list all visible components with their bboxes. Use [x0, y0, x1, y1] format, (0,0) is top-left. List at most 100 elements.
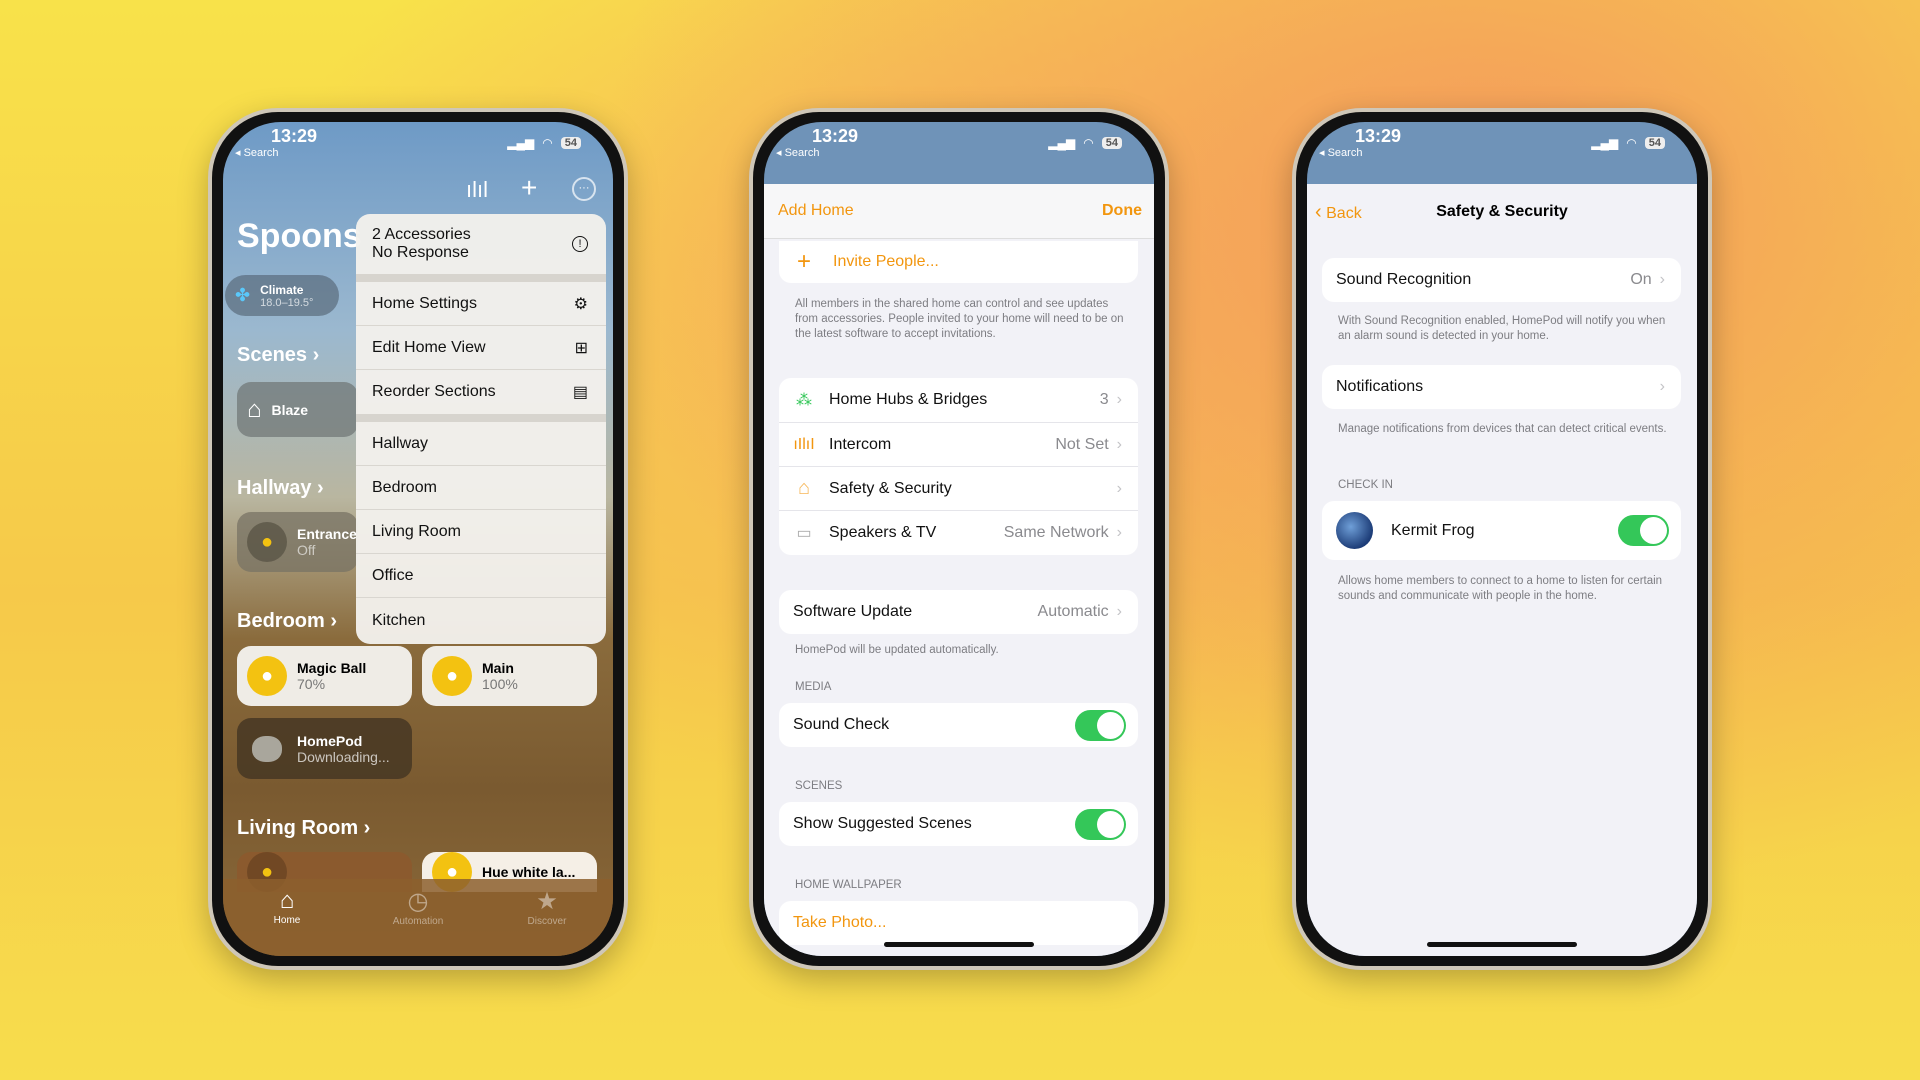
tab-home[interactable]: ⌂ Home: [247, 887, 327, 926]
status-time: 13:29: [812, 126, 859, 146]
row-speakers-tv[interactable]: ▭ Speakers & TV Same Network ›: [779, 510, 1138, 554]
phone-home-view: 13:29 ◂ Search ▂▄▆ ◠ 54 ılıl + ··· Spoons …: [208, 108, 628, 970]
sound-recognition-card: Sound Recognition On ›: [1322, 258, 1681, 302]
house-icon: ⌂: [247, 395, 262, 423]
menu-item-room[interactable]: Kitchen: [356, 598, 606, 644]
status-icons: ▂▄▆ ◠ 54: [1591, 136, 1665, 150]
row-sound-recognition[interactable]: Sound Recognition On ›: [1322, 258, 1681, 302]
back-to-search[interactable]: ◂ Search: [235, 146, 278, 159]
more-icon[interactable]: ···: [572, 177, 596, 201]
waveform-icon[interactable]: ılıl: [466, 177, 488, 203]
tile-status: 100%: [482, 676, 518, 692]
menu-item-reorder-sections[interactable]: Reorder Sections ▤: [356, 370, 606, 422]
back-to-search[interactable]: ◂ Search: [1319, 146, 1362, 159]
bulb-icon: ●: [247, 522, 287, 562]
reorder-icon: ▤: [572, 384, 588, 401]
tile-status: Off: [297, 542, 316, 558]
tab-automation[interactable]: ◷ Automation: [378, 887, 458, 927]
status-icons: ▂▄▆ ◠ 54: [507, 136, 581, 150]
chevron-right-icon: ›: [1116, 391, 1122, 408]
main-light-tile[interactable]: ● Main 100%: [422, 646, 597, 706]
row-safety-security[interactable]: ⌂ Safety & Security ›: [779, 466, 1138, 510]
menu-item-room[interactable]: Living Room: [356, 510, 606, 554]
chevron-right-icon: ›: [1659, 271, 1665, 288]
section-hallway[interactable]: Hallway ›: [237, 477, 324, 500]
waveform-icon: ıIlıI: [793, 435, 815, 453]
battery-icon: 54: [560, 137, 581, 149]
home-indicator: [1427, 942, 1577, 947]
tile-name: Magic Ball: [297, 660, 367, 676]
row-software-update[interactable]: Software Update Automatic ›: [779, 590, 1138, 634]
hub-icon: ⁂: [796, 392, 812, 409]
check-in-card: Kermit Frog: [1322, 501, 1681, 560]
invite-card: + Invite People...: [779, 241, 1138, 283]
safety-sheet: ‹ Back Safety & Security Sound Recogniti…: [1307, 184, 1697, 956]
homepod-tile[interactable]: HomePod Downloading...: [237, 718, 412, 779]
back-to-search[interactable]: ◂ Search: [776, 146, 819, 159]
home-settings-group: ⁂ Home Hubs & Bridges 3 › ıIlıI Intercom Not …: [779, 378, 1138, 555]
battery-icon: 54: [1644, 137, 1665, 149]
invite-people-button[interactable]: + Invite People...: [779, 241, 1138, 283]
row-member: Kermit Frog: [1322, 501, 1681, 560]
menu-item-edit-home-view[interactable]: Edit Home View ⊞: [356, 326, 606, 370]
check-in-footer: Allows home members to connect to a home…: [1338, 575, 1663, 602]
tile-name: Entrance: [297, 526, 357, 542]
speaker-tv-icon: ▭: [796, 524, 812, 542]
menu-item-room[interactable]: Office: [356, 554, 606, 598]
home-settings-screen: 13:29 ◂ Search ▂▄▆ ◠ 54 Add Home Done + Inv…: [764, 122, 1154, 956]
bulb-icon: ●: [432, 656, 472, 696]
chevron-right-icon: ›: [1116, 435, 1122, 453]
tile-name: Hue white la...: [482, 864, 576, 880]
chevron-right-icon: ›: [1659, 378, 1665, 395]
sound-check-toggle[interactable]: [1075, 709, 1126, 741]
page-title: Safety & Security: [1436, 203, 1568, 220]
climate-label: Climate: [260, 282, 304, 297]
tab-discover[interactable]: ★ Discover: [507, 887, 587, 927]
home-indicator: [884, 942, 1034, 947]
fan-icon: ✤: [235, 285, 251, 305]
tile-name: Main: [482, 660, 514, 676]
bulb-icon: ●: [247, 656, 287, 696]
row-notifications[interactable]: Notifications ›: [1322, 365, 1681, 409]
home-context-menu: 2 Accessories No Response! Home Settings ⚙…: [356, 214, 606, 644]
software-update-footer: HomePod will be updated automatically.: [795, 644, 999, 656]
phone-safety-security: 13:29 ◂ Search ▂▄▆ ◠ 54 ‹ Back Safety & Se…: [1292, 108, 1712, 970]
section-living-room[interactable]: Living Room ›: [237, 817, 370, 840]
member-check-in-toggle[interactable]: [1618, 515, 1669, 546]
gear-icon: ⚙: [573, 295, 588, 313]
grid-icon: ⊞: [574, 339, 588, 357]
home-screen: 13:29 ◂ Search ▂▄▆ ◠ 54 ılıl + ··· Spoons …: [223, 122, 613, 956]
row-home-hubs[interactable]: ⁂ Home Hubs & Bridges 3 ›: [779, 378, 1138, 422]
status-icons: ▂▄▆ ◠ 54: [1048, 136, 1122, 150]
magic-ball-tile[interactable]: ● Magic Ball 70%: [237, 646, 412, 706]
entrance-tile[interactable]: ● Entrance Off: [237, 512, 358, 572]
safety-screen: 13:29 ◂ Search ▂▄▆ ◠ 54 ‹ Back Safety & Se…: [1307, 122, 1697, 956]
notifications-card: Notifications ›: [1322, 365, 1681, 409]
scene-name: Blaze: [271, 401, 309, 418]
wifi-icon: ◠: [1626, 136, 1637, 150]
menu-item-room[interactable]: Hallway: [356, 422, 606, 466]
scenes-header: SCENES: [795, 780, 843, 792]
check-in-header: CHECK IN: [1338, 479, 1393, 491]
add-home-button[interactable]: Add Home: [778, 202, 854, 220]
battery-icon: 54: [1101, 137, 1122, 149]
suggested-scenes-toggle[interactable]: [1075, 808, 1126, 840]
software-update-card: Software Update Automatic ›: [779, 590, 1138, 634]
row-intercom[interactable]: ıIlıI Intercom Not Set ›: [779, 422, 1138, 466]
climate-pill[interactable]: ✤ Climate 18.0–19.5°: [225, 275, 339, 316]
scene-tile[interactable]: ⌂ Blaze: [237, 382, 358, 437]
star-icon: ★: [536, 888, 558, 915]
section-bedroom[interactable]: Bedroom ›: [237, 610, 337, 633]
sound-recognition-footer: With Sound Recognition enabled, HomePod …: [1338, 315, 1666, 342]
menu-item-no-response[interactable]: 2 Accessories No Response!: [356, 214, 606, 282]
wifi-icon: ◠: [1083, 136, 1094, 150]
menu-item-home-settings[interactable]: Home Settings ⚙: [356, 282, 606, 326]
menu-item-room[interactable]: Bedroom: [356, 466, 606, 510]
chevron-right-icon: ›: [1116, 479, 1122, 497]
take-photo-button[interactable]: Take Photo...: [779, 901, 1138, 945]
plus-icon[interactable]: +: [521, 172, 537, 204]
status-time: 13:29: [271, 126, 318, 146]
done-button[interactable]: Done: [1102, 202, 1142, 220]
section-scenes[interactable]: Scenes ›: [237, 344, 319, 367]
wifi-icon: ◠: [542, 136, 553, 150]
